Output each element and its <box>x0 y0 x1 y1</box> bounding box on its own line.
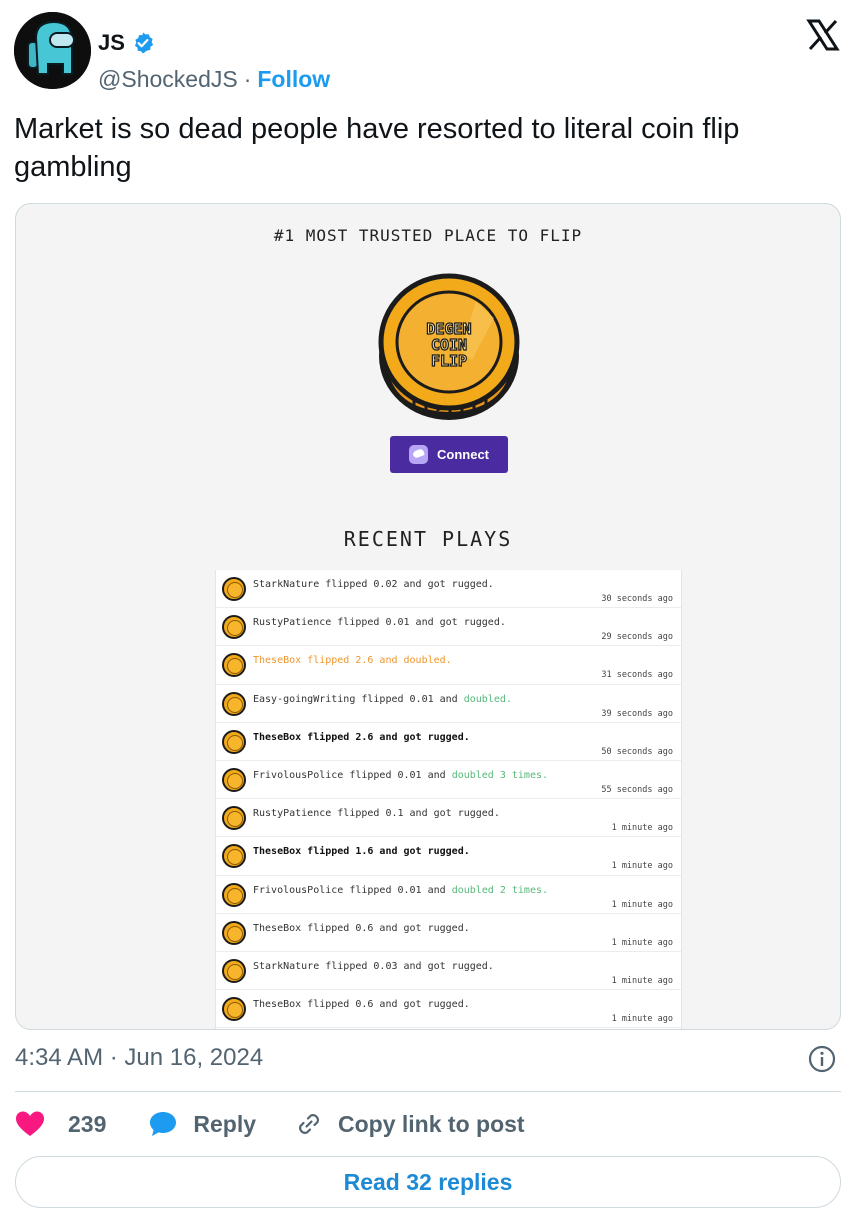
play-result-highlight: doubled 2 times. <box>451 884 549 896</box>
x-logo-icon[interactable] <box>806 18 840 52</box>
play-time: 50 seconds ago <box>601 746 673 757</box>
play-time: 1 minute ago <box>611 861 673 872</box>
play-row: RustyPatience flipped 0.01 and got rugge… <box>216 608 681 647</box>
play-text: FrivolousPolice flipped 0.01 and doubled… <box>253 769 549 781</box>
play-time: 1 minute ago <box>611 823 673 834</box>
play-result-highlight: doubled. <box>463 693 512 705</box>
play-text: RustyPatience flipped 0.01 and got rugge… <box>253 617 506 629</box>
tweet-text: Market is so dead people have resorted t… <box>14 113 740 183</box>
play-text: TheseBox flipped 0.6 and got rugged. <box>253 922 470 934</box>
play-row: StarkNature flipped 0.02 and got rugged.… <box>216 570 681 609</box>
play-row: TheseBox flipped 0.6 and got rugged. 1 mi… <box>216 914 681 952</box>
play-row: TheseBox flipped 2.6 and got rugged. 50 s… <box>216 723 681 761</box>
verified-badge-icon <box>131 31 155 55</box>
play-text: TheseBox flipped 2.6 and got rugged. <box>253 731 470 743</box>
play-text: TheseBox flipped 2.6 and doubled. <box>253 655 452 667</box>
info-icon[interactable] <box>808 1045 836 1073</box>
play-result-highlight: doubled 3 times. <box>451 769 549 781</box>
reply-label: Reply <box>193 1110 257 1137</box>
coin-icon <box>222 729 246 754</box>
play-time: 1 minute ago <box>611 899 673 910</box>
follow-button[interactable]: Follow <box>257 66 330 93</box>
play-time: 1 minute ago <box>611 975 673 986</box>
play-row: Easy-goingWriting flipped 0.01 and doubl… <box>216 685 681 723</box>
coin-icon <box>222 844 246 869</box>
speech-bubble-icon <box>150 1112 177 1136</box>
coin-icon <box>222 806 246 831</box>
play-text: StarkNature flipped 0.03 and got rugged. <box>253 960 494 972</box>
play-text: StarkNature flipped 0.02 and got rugged. <box>253 579 494 590</box>
coin-icon <box>222 997 246 1022</box>
display-name[interactable]: JS <box>98 30 125 56</box>
coin-icon <box>222 615 246 640</box>
connect-label: Connect <box>437 447 489 462</box>
tweet-timestamp[interactable]: 4:34 AM · Jun 16, 2024 <box>15 1044 263 1072</box>
play-text: TheseBox flipped 0.6 and got rugged. <box>253 999 470 1011</box>
avatar[interactable] <box>14 12 91 89</box>
play-time: 31 seconds ago <box>601 670 673 681</box>
avatar-crewmate-icon <box>14 12 91 89</box>
coin-icon <box>222 691 246 716</box>
play-time: 1 minute ago <box>611 1014 673 1025</box>
like-count: 239 <box>68 1110 107 1137</box>
play-row: FrivolousPolice flipped 0.01 and doubled… <box>216 876 681 914</box>
play-time: 1 minute ago <box>611 937 673 948</box>
play-time: 30 seconds ago <box>601 594 673 604</box>
reply-button[interactable]: Reply <box>148 1110 256 1138</box>
play-text: RustyPatience flipped 0.1 and got rugged… <box>253 808 500 820</box>
tweet-media-image[interactable]: #1 MOST TRUSTED PLACE TO FLIP DEGEN COIN… <box>15 203 841 1030</box>
coin-icon <box>222 920 246 945</box>
play-time: 39 seconds ago <box>601 708 673 719</box>
handle[interactable]: @ShockedJS <box>98 66 238 93</box>
wallet-icon <box>409 445 428 464</box>
degen-coin-flip-logo: DEGEN COIN FLIP <box>378 273 520 420</box>
copy-link-label: Copy link to post <box>338 1110 525 1137</box>
separator: · <box>243 66 252 92</box>
play-time: 29 seconds ago <box>601 632 673 643</box>
play-text: TheseBox flipped 1.6 and got rugged. <box>253 846 470 858</box>
play-text: Easy-goingWriting flipped 0.01 and doubl… <box>253 693 512 705</box>
coin-icon <box>222 882 246 907</box>
heart-icon <box>16 1111 44 1136</box>
recent-plays-title: RECENT PLAYS <box>343 527 513 551</box>
divider <box>15 1091 841 1092</box>
like-button[interactable]: 239 <box>15 1110 106 1138</box>
play-time: 55 seconds ago <box>601 784 673 795</box>
play-row: RustyPatience flipped 0.1 and got rugged… <box>216 799 681 838</box>
play-row: TheseBox flipped 0.6 and got rugged. 1 mi… <box>216 990 681 1029</box>
connect-button[interactable]: Connect <box>390 436 508 473</box>
site-tagline: #1 MOST TRUSTED PLACE TO FLIP <box>273 226 583 245</box>
coin-icon <box>222 767 246 792</box>
play-row: TheseBox flipped 2.6 and doubled. 31 seco… <box>216 646 681 685</box>
tweet-actions: 239 Reply Copy link to post <box>15 1104 525 1144</box>
tweet-header: JS @ShockedJS · Follow <box>14 12 846 92</box>
play-row: StarkNature flipped 0.03 and got rugged.… <box>216 952 681 991</box>
link-icon <box>299 1114 319 1134</box>
play-text: FrivolousPolice flipped 0.01 and doubled… <box>253 884 549 896</box>
coin-text-line-3: FLIP <box>431 352 467 370</box>
play-row: TheseBox flipped 1.6 and got rugged. 1 mi… <box>216 837 681 876</box>
play-row: FrivolousPolice flipped 0.01 and doubled… <box>216 761 681 800</box>
recent-plays-list: StarkNature flipped 0.02 and got rugged.… <box>215 570 682 1029</box>
read-replies-button[interactable]: Read 32 replies <box>15 1156 841 1208</box>
coin-icon <box>222 653 246 678</box>
coin-icon <box>222 958 246 983</box>
coin-icon <box>222 577 246 601</box>
copy-link-button[interactable]: Copy link to post <box>295 1110 525 1138</box>
